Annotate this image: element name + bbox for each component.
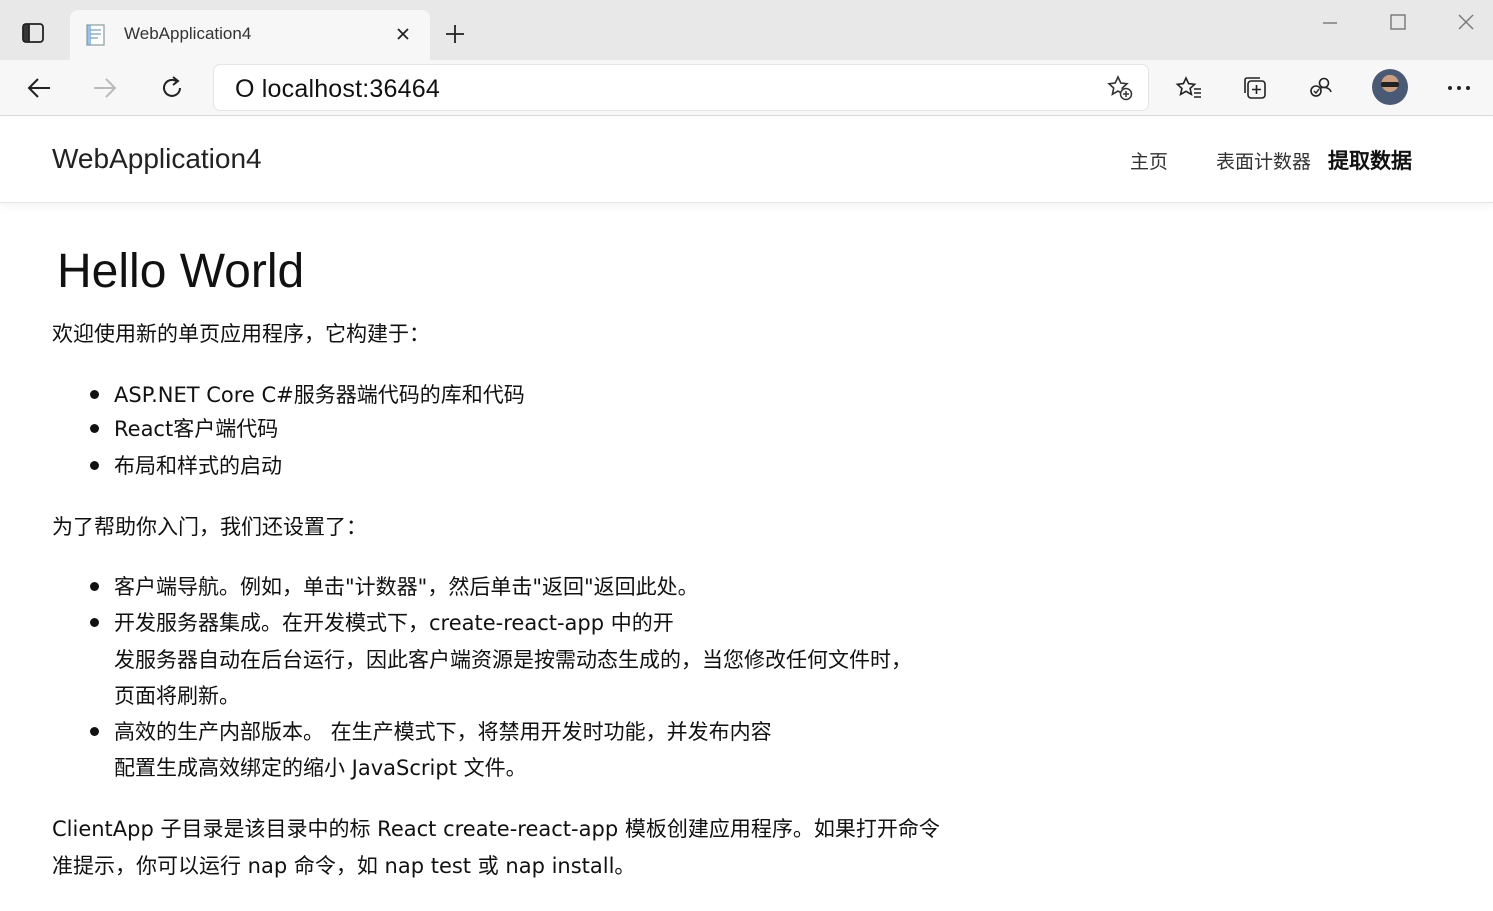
nav-fetch-data-link[interactable]: 提取数据 [1328,145,1412,175]
browser-tab[interactable]: WebApplication4 [70,10,430,60]
add-favorite-icon[interactable] [1106,74,1134,102]
close-icon[interactable] [392,23,414,45]
list-item: 客户端导航。例如，单击"计数器"，然后单击"返回"返回此处。 [90,571,699,601]
setup-paragraph: 为了帮助你入门，我们还设置了： [52,515,367,539]
avatar[interactable] [1372,69,1408,105]
url-text[interactable]: O localhost:36464 [235,75,440,104]
page-title: Hello World [57,245,305,298]
back-icon[interactable] [22,71,56,105]
footer-paragraph-line: ClientApp 子目录是该目录中的标 React create-react-… [52,817,940,841]
list-item-continuation: 配置生成高效绑定的缩小 JavaScript 文件。 [114,756,527,780]
tab-actions-icon[interactable] [18,20,48,46]
refresh-icon[interactable] [155,71,189,105]
browser-tab-strip: WebApplication4 [0,0,1493,60]
list-item: 布局和样式的启动 [90,450,282,480]
collections-icon[interactable] [1238,71,1272,105]
list-item: React客户端代码 [89,413,278,443]
window-close-icon[interactable] [1452,8,1480,36]
nav-home-link[interactable]: 主页 [1130,147,1168,174]
brand-link[interactable]: WebApplication4 [52,143,262,175]
minimize-icon[interactable] [1316,8,1344,36]
site-navbar: WebApplication4 主页 表面计数器 提取数据 [0,117,1493,203]
maximize-icon[interactable] [1384,8,1412,36]
footer-paragraph-line: 准提示，你可以运行 nap 命令，如 nap test 或 nap instal… [52,854,636,878]
plus-icon[interactable] [441,20,469,48]
browser-toolbar: O localhost:36464 [0,60,1493,116]
intro-paragraph: 欢迎使用新的单页应用程序，它构建于： [52,322,430,346]
more-icon[interactable] [1442,71,1476,105]
tab-title: WebApplication4 [124,24,252,43]
list-item-continuation: 页面将刷新。 [114,684,240,708]
forward-icon[interactable] [88,71,122,105]
list-item: 高效的生产内部版本。 在生产模式下，将禁用开发时功能，并发布内容 [90,716,772,746]
list-item: 开发服务器集成。在开发模式下，create-react-app 中的开 [90,607,674,637]
list-item: ASP.NET Core C#服务器端代码的库和代码 [90,379,525,409]
profile-sync-icon[interactable] [1304,71,1338,105]
nav-counter-link[interactable]: 表面计数器 [1216,147,1311,174]
address-bar[interactable]: O localhost:36464 [214,65,1148,110]
page-favicon-icon [85,23,107,47]
favorites-icon[interactable] [1172,71,1206,105]
list-item-continuation: 发服务器自动在后台运行，因此客户端资源是按需动态生成的，当您修改任何文件时， [114,648,912,672]
